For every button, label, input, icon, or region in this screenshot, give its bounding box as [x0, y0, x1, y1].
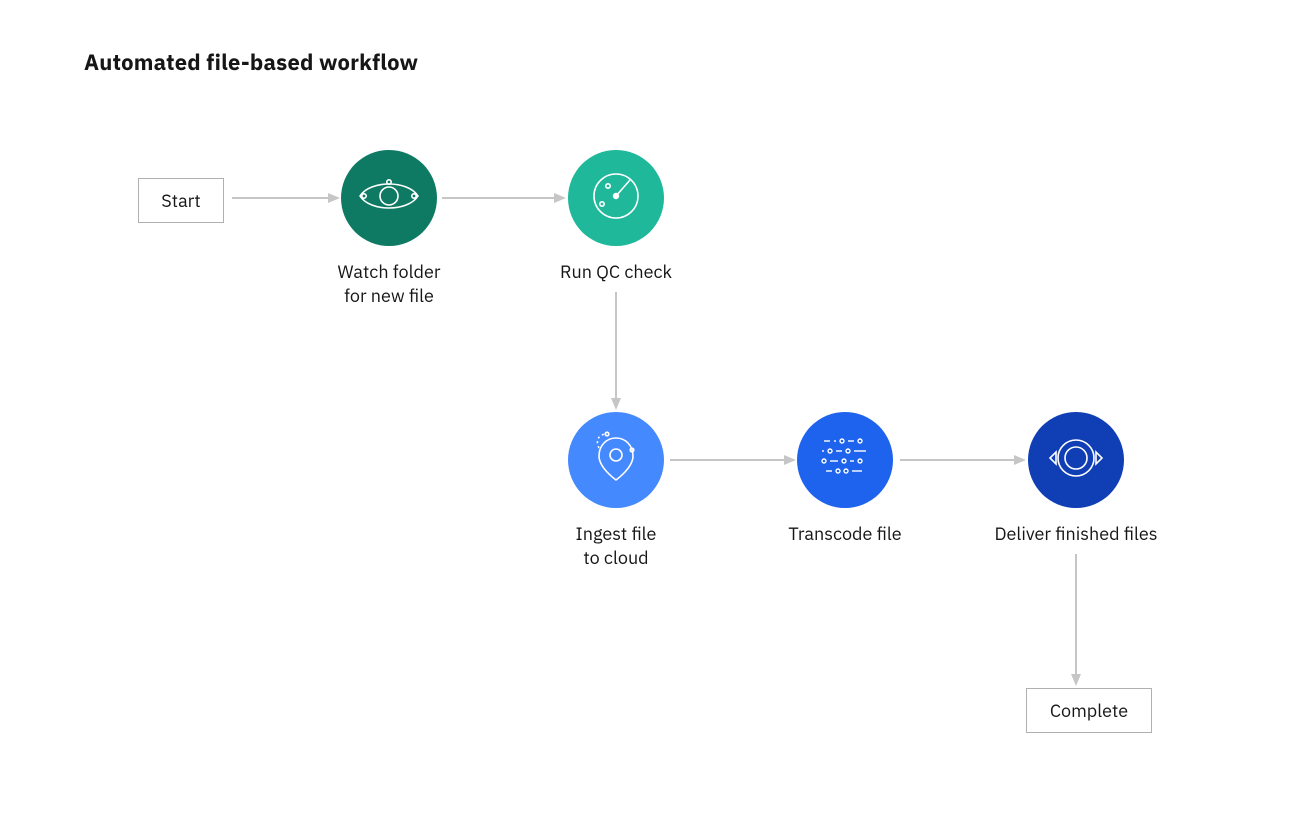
node-watch-folder-label: Watch folder for new file: [289, 260, 489, 309]
arrow-transcode-to-deliver: [900, 452, 1028, 472]
start-label: Start: [161, 189, 200, 212]
arrow-deliver-to-complete: [1066, 554, 1086, 688]
node-deliver-label: Deliver finished files: [976, 522, 1176, 546]
node-qc-check-label: Run QC check: [516, 260, 716, 284]
node-transcode-label: Transcode file: [745, 522, 945, 546]
location-pin-icon: [591, 428, 641, 493]
node-transcode: [797, 412, 893, 508]
arrow-watch-to-qc: [442, 190, 568, 210]
gauge-icon: [588, 168, 644, 229]
node-watch-folder: [341, 150, 437, 246]
arrow-qc-to-ingest: [606, 292, 626, 412]
node-ingest: [568, 412, 664, 508]
node-deliver: [1028, 412, 1124, 508]
sync-cycle-icon: [1046, 431, 1106, 490]
diagram-title: Automated file-based workflow: [84, 48, 418, 77]
node-ingest-label: Ingest file to cloud: [516, 522, 716, 571]
node-qc-check: [568, 150, 664, 246]
start-box: Start: [138, 178, 224, 223]
complete-box: Complete: [1026, 688, 1152, 733]
binary-data-icon: [816, 433, 874, 488]
arrow-ingest-to-transcode: [670, 452, 798, 472]
diagram-canvas: Automated file-based workflow Start Watc…: [0, 0, 1314, 824]
complete-label: Complete: [1050, 699, 1128, 722]
arrow-start-to-watch: [232, 190, 342, 210]
eye-icon: [358, 176, 420, 221]
